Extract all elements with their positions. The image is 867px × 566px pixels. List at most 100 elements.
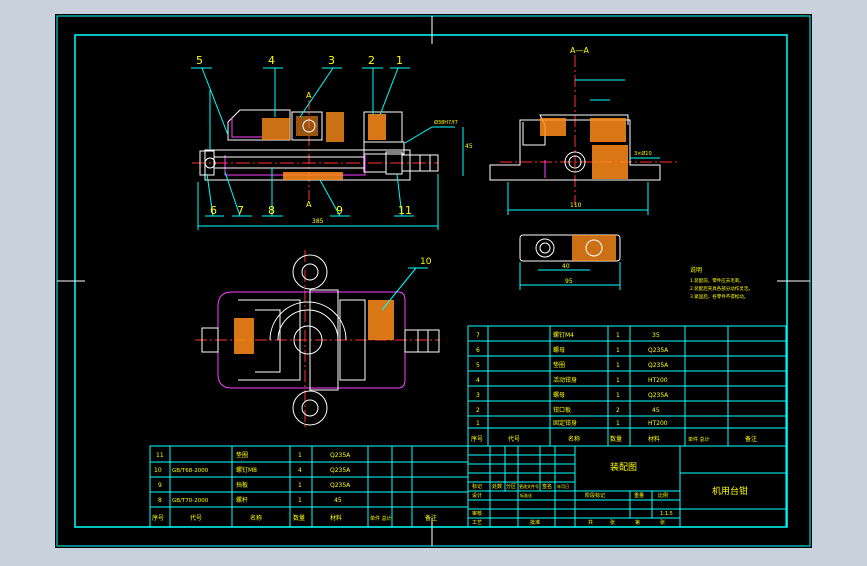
pu-name-0: 螺钉M4 xyxy=(553,331,574,339)
pl-mat-2: Q235A xyxy=(330,482,351,489)
pu-mat-0: 35 xyxy=(652,332,660,339)
pl-code-1: GB/T68-2000 xyxy=(172,468,209,474)
pu-qty-2: 1 xyxy=(616,362,620,369)
tb-stage-0: 阶段标记 xyxy=(585,492,605,499)
pl-name-0: 垫圈 xyxy=(236,451,248,459)
tb-product-name: 机用台钳 xyxy=(712,485,748,497)
section-label: A—A xyxy=(570,46,589,55)
pl-mat-1: Q235A xyxy=(330,467,351,474)
tb-stage-2: 比例 xyxy=(658,492,668,499)
pu-no-2: 5 xyxy=(476,362,480,369)
pl-mat-3: 45 xyxy=(334,497,342,504)
dim-side-fit: Ø38H7/f7 xyxy=(434,119,458,126)
callout-3: 3 xyxy=(328,54,335,67)
pl-qty-0: 1 xyxy=(298,452,302,459)
pu-qty-4: 1 xyxy=(616,392,620,399)
dim-small-outer: 95 xyxy=(565,278,573,285)
callout-9: 9 xyxy=(336,204,343,217)
pl-qty-1: 4 xyxy=(298,467,302,474)
tb-row-1: 处数 xyxy=(492,483,502,490)
drawing-sheet: A—A A A 5 4 3 2 1 6 7 8 9 11 10 385 45 1… xyxy=(55,14,812,548)
pu-name-3: 活动钳身 xyxy=(553,376,577,384)
pu-name-2: 垫圈 xyxy=(553,361,565,369)
tb-row-2: 分区 xyxy=(506,483,516,490)
dim-front-height: 45 xyxy=(465,143,473,150)
tb-scale: 1:1.5 xyxy=(660,511,673,517)
callout-11: 11 xyxy=(398,204,412,217)
pl-name-2: 挡板 xyxy=(236,481,248,489)
pu-mat-6: HT200 xyxy=(648,420,668,427)
tb-sheet-1: 张 xyxy=(610,519,615,526)
pu-no-3: 4 xyxy=(476,377,480,384)
tb-row-4: 签名 xyxy=(542,483,552,490)
pl-hdr-no: 序号 xyxy=(152,514,164,522)
pu-hdr-mass: 单件 总计 xyxy=(688,436,710,443)
dim-side-width: 110 xyxy=(570,202,582,209)
pu-qty-6: 1 xyxy=(616,420,620,427)
pu-mat-1: Q235A xyxy=(648,347,669,354)
dim-front-length: 385 xyxy=(312,218,324,225)
notes-line-3: 3.紧固后，各零件不得松动。 xyxy=(690,293,748,300)
notes-line-1: 1.装配前，零件应去毛刺。 xyxy=(690,277,744,284)
pu-mat-3: HT200 xyxy=(648,377,668,384)
callout-4: 4 xyxy=(268,54,275,67)
pu-qty-1: 1 xyxy=(616,347,620,354)
pu-name-6: 固定钳身 xyxy=(553,419,577,427)
pl-name-1: 螺钉M8 xyxy=(236,466,257,474)
pu-no-5: 2 xyxy=(476,407,480,414)
tb-sheet-2: 第 xyxy=(635,519,640,526)
pu-name-4: 螺母 xyxy=(553,391,565,399)
pu-no-1: 6 xyxy=(476,347,480,354)
pu-no-6: 1 xyxy=(476,420,480,427)
callout-6: 6 xyxy=(210,204,217,217)
pu-no-4: 3 xyxy=(476,392,480,399)
pu-mat-2: Q235A xyxy=(648,362,669,369)
tb-drawing-name: 装配图 xyxy=(610,461,637,473)
pu-name-1: 螺母 xyxy=(553,346,565,354)
pl-qty-3: 1 xyxy=(298,497,302,504)
pl-hdr-mat: 材料 xyxy=(330,514,342,522)
pu-mat-4: Q235A xyxy=(648,392,669,399)
callout-1: 1 xyxy=(396,54,403,67)
tb-stage-1: 重量 xyxy=(634,492,644,499)
callout-5: 5 xyxy=(196,54,203,67)
dim-side-tol: 3×Ø10 xyxy=(634,150,652,157)
pl-name-3: 螺杆 xyxy=(236,496,248,504)
section-mark-bottom: A xyxy=(306,200,312,209)
pu-qty-3: 1 xyxy=(616,377,620,384)
pl-hdr-code: 代号 xyxy=(190,514,202,522)
pu-hdr-qty: 数量 xyxy=(610,435,622,443)
pl-hdr-qty: 数量 xyxy=(293,514,305,522)
dim-small-inner: 40 xyxy=(562,263,570,270)
callout-8: 8 xyxy=(268,204,275,217)
tb-row-5: 年月日 xyxy=(557,483,569,489)
tb-sign-1: 标准化 xyxy=(520,492,532,498)
pl-qty-2: 1 xyxy=(298,482,302,489)
pu-name-5: 钳口板 xyxy=(553,406,571,414)
pu-hdr-code: 代号 xyxy=(508,435,520,443)
pu-qty-5: 2 xyxy=(616,407,620,414)
callout-10: 10 xyxy=(420,257,432,267)
pu-hdr-remark: 备注 xyxy=(745,435,757,443)
pl-no-3: 8 xyxy=(158,497,162,504)
tb-sheet-3: 张 xyxy=(660,519,665,526)
pu-qty-0: 1 xyxy=(616,332,620,339)
pl-mat-0: Q235A xyxy=(330,452,351,459)
tb-sign-4: 批准 xyxy=(530,519,540,526)
notes-line-2: 2.装配后夹具各部分动作灵活。 xyxy=(690,285,753,292)
section-mark-top: A xyxy=(306,91,312,100)
cad-viewport[interactable]: A—A A A 5 4 3 2 1 6 7 8 9 11 10 385 45 1… xyxy=(0,0,867,562)
pu-hdr-name: 名称 xyxy=(568,435,580,443)
callout-2: 2 xyxy=(368,54,375,67)
tb-sheet-0: 共 xyxy=(588,519,593,526)
callout-7: 7 xyxy=(237,204,244,217)
tb-sign-2: 审核 xyxy=(472,510,482,517)
pu-mat-5: 45 xyxy=(652,407,660,414)
tb-sign-0: 设计 xyxy=(472,492,482,499)
pl-code-3: GB/T70-2000 xyxy=(172,498,209,504)
pl-hdr-mass: 单件 总计 xyxy=(370,515,392,522)
pu-no-0: 7 xyxy=(476,332,480,339)
pu-hdr-mat: 材料 xyxy=(648,435,660,443)
pu-hdr-no: 序号 xyxy=(471,435,483,443)
tb-sign-3: 工艺 xyxy=(472,520,482,526)
